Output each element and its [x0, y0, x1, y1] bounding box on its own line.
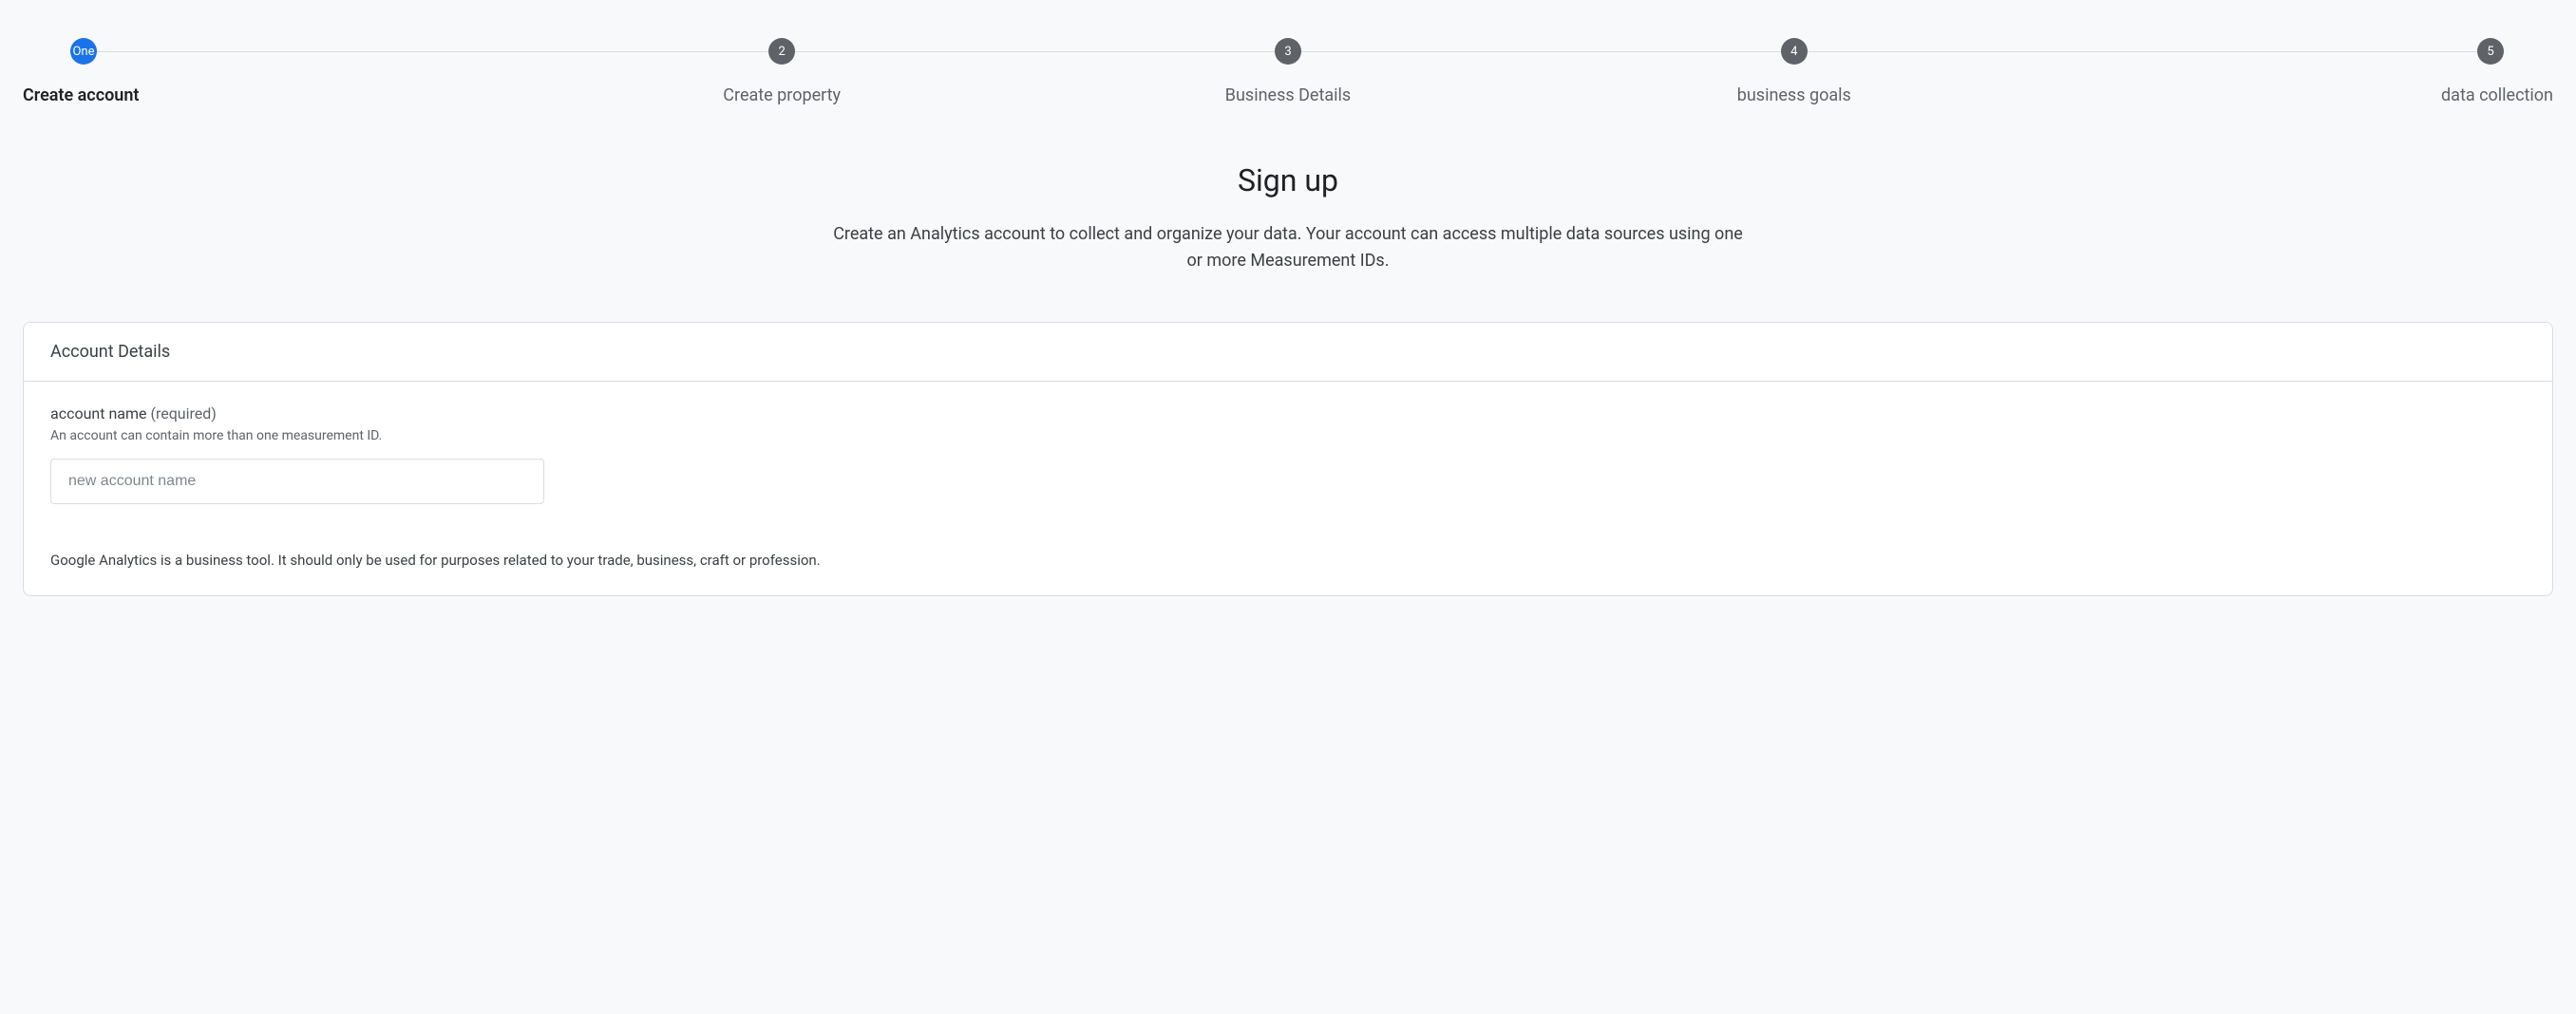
step-badge: 5: [2477, 38, 2504, 65]
step-label: Create property: [723, 85, 841, 105]
step-create-account[interactable]: One Create account: [23, 38, 529, 105]
step-connector: [795, 51, 1034, 52]
step-data-collection[interactable]: 5 data collection: [2047, 38, 2553, 105]
progress-stepper: One Create account 2 Create property 3 B…: [23, 38, 2553, 105]
step-label: Business Details: [1225, 85, 1351, 105]
heading-area: Sign up Create an Analytics account to c…: [832, 162, 1744, 274]
account-details-card: Account Details account name (required) …: [23, 322, 2553, 596]
step-connector: [2047, 51, 2477, 52]
step-connector: [1808, 51, 2047, 52]
card-body: account name (required) An account can c…: [24, 382, 2552, 595]
step-label: Create account: [23, 85, 139, 105]
account-name-hint: An account can contain more than one mea…: [50, 428, 2526, 443]
page-root: One Create account 2 Create property 3 B…: [0, 0, 2576, 653]
step-connector: [1301, 51, 1541, 52]
step-connector: [529, 51, 768, 52]
step-connector: [1035, 51, 1275, 52]
account-name-input[interactable]: [50, 459, 544, 504]
step-connector: [1541, 51, 1780, 52]
page-title: Sign up: [832, 162, 1744, 198]
account-disclaimer: Google Analytics is a business tool. It …: [50, 552, 2526, 569]
account-name-label: account name (required): [50, 404, 2526, 422]
step-badge: One: [70, 38, 97, 65]
step-connector: [97, 51, 529, 52]
page-subtitle: Create an Analytics account to collect a…: [832, 221, 1744, 274]
step-label: data collection: [2441, 85, 2553, 105]
step-badge: 3: [1275, 38, 1301, 65]
step-business-goals[interactable]: 4 business goals: [1541, 38, 2047, 105]
card-header: Account Details: [24, 323, 2552, 382]
step-label: business goals: [1737, 85, 1851, 105]
account-name-label-text: account name: [50, 404, 147, 422]
step-badge: 4: [1781, 38, 1808, 65]
step-create-property[interactable]: 2 Create property: [529, 38, 1035, 105]
step-badge: 2: [768, 38, 795, 65]
step-business-details[interactable]: 3 Business Details: [1035, 38, 1542, 105]
account-name-required: (required): [147, 404, 217, 422]
